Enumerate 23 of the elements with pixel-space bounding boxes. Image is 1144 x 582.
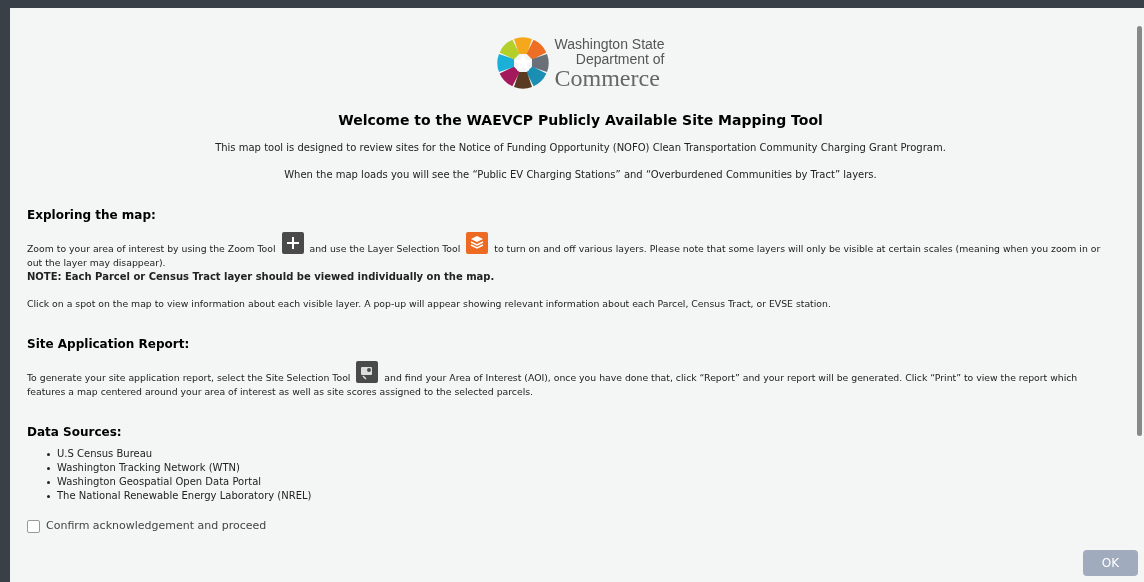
list-item-text: Washington Tracking Network (WTN) [57, 461, 240, 475]
note-text: NOTE: Each Parcel or Census Tract layer should be viewed individually on the map. [27, 270, 496, 284]
section-heading: Site Application Report: [27, 337, 191, 351]
paragraph-text: and use the Layer Selection Tool [309, 243, 461, 254]
logo-text: Washington State [554, 36, 665, 52]
dialog-title: Welcome to the WAEVCP Publicly Available Site Mapping Tool [337, 113, 824, 127]
paragraph-text: Click on a spot on the map to view information about each visible layer. A pop-up will appear showing relevant information about each Parcel, Census Tract, or EVSE station. [27, 298, 831, 309]
list-item-text: Washington Geospatial Open Data Portal [57, 475, 262, 489]
paragraph-text: Zoom to your area of interest by using the Zoom Tool [27, 243, 276, 254]
logo-text: Department of [575, 52, 665, 67]
checkbox-label: Confirm acknowledgement and proceed [46, 519, 267, 533]
section-heading: Exploring the map: [27, 208, 157, 222]
paragraph-text: out the layer may disappear). [27, 257, 166, 268]
logo-text: Commerce [554, 67, 661, 89]
list-item-text: The National Renewable Energy Laboratory (NREL) [57, 489, 312, 503]
intro-text: This map tool is designed to review sites for the Notice of Funding Opportunity (NOFO) Clean Transportation Community Charging Grant Program. [214, 141, 947, 155]
paragraph-text: to turn on and off various layers. Please note that some layers will only be visible at certain scales (meaning when you zoom in or [494, 243, 1101, 254]
paragraph-text: features a map centered around your area of interest as well as site scores assigned to the selected parcels. [27, 386, 534, 397]
list-item-text: U.S Census Bureau [57, 447, 153, 461]
intro-text: When the map loads you will see the “Public EV Charging Stations” and “Overburdened Communities by Tract” layers. [283, 168, 878, 182]
section-heading: Data Sources: [27, 425, 123, 439]
paragraph-text: To generate your site application report, select the Site Selection Tool [27, 372, 351, 383]
paragraph-text: and find your Area of Interest (AOI), once you have done that, click “Report” and your report will be generated. Click “Print” to view the report which [384, 372, 1078, 383]
